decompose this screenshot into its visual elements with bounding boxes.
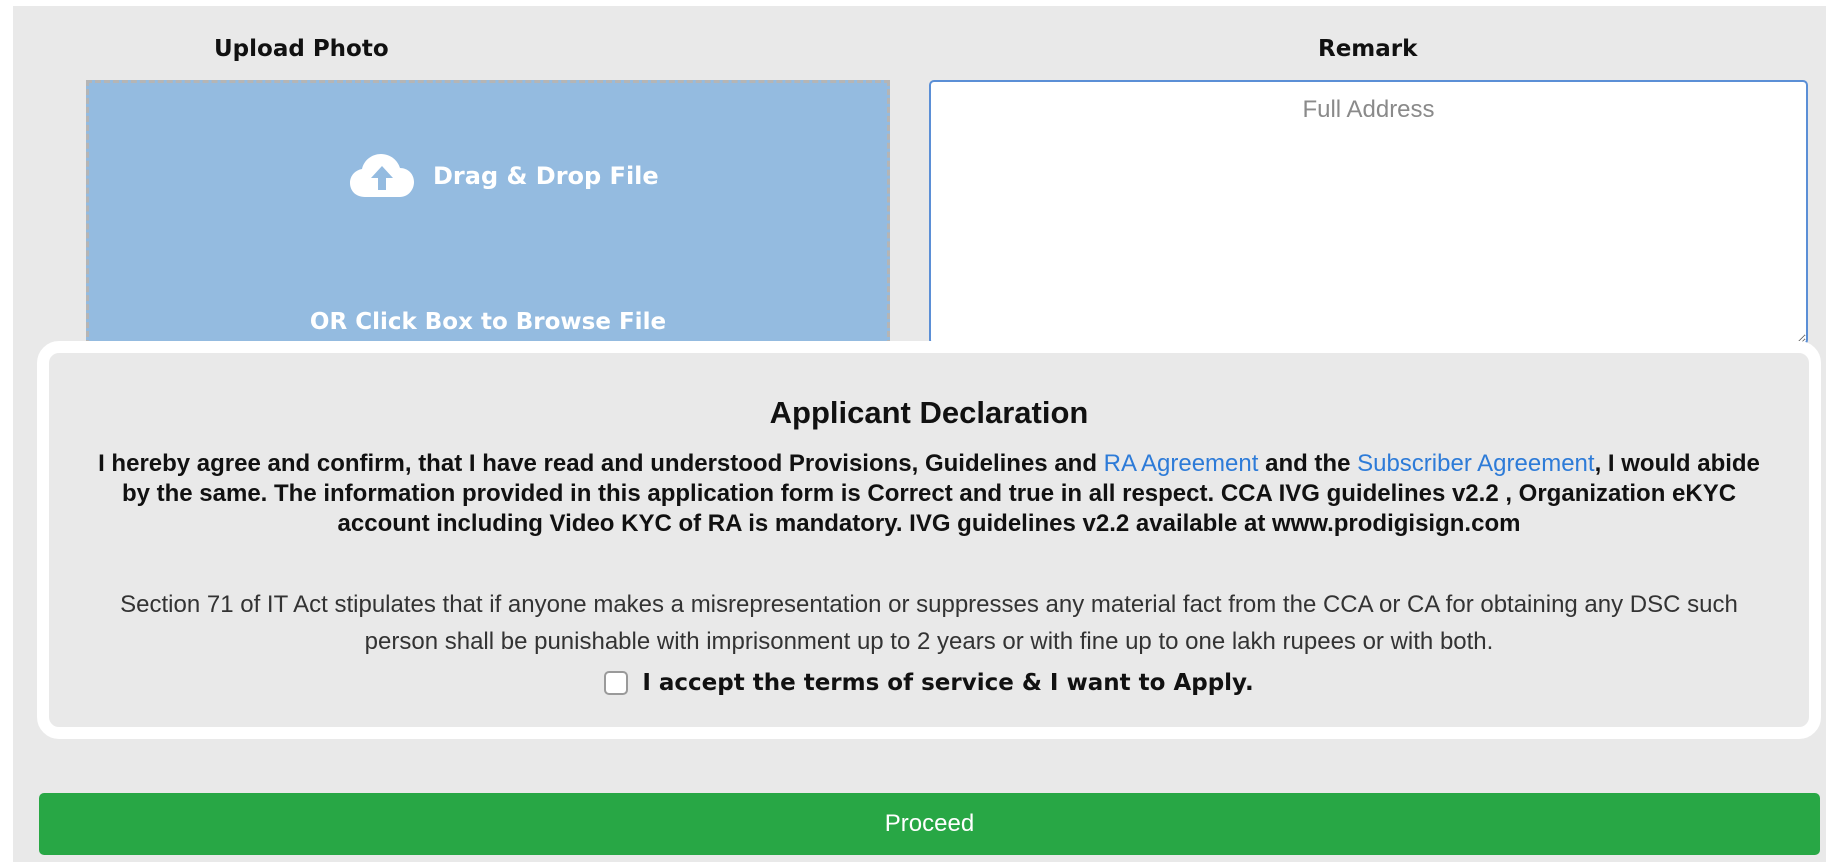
accept-terms-row: I accept the terms of service & I want t… xyxy=(49,670,1809,696)
remark-label: Remark xyxy=(1318,36,1418,62)
section-71-text: Section 71 of IT Act stipulates that if … xyxy=(120,591,1738,655)
upload-dropzone[interactable]: Drag & Drop File OR Click Box to Browse … xyxy=(86,80,890,346)
upload-photo-label: Upload Photo xyxy=(214,36,389,62)
drag-drop-text: Drag & Drop File xyxy=(433,162,659,190)
subscriber-agreement-link[interactable]: Subscriber Agreement xyxy=(1357,450,1594,477)
proceed-button[interactable]: Proceed xyxy=(39,793,1820,855)
declaration-text-part1: I hereby agree and confirm, that I have … xyxy=(98,450,1104,477)
declaration-title: Applicant Declaration xyxy=(769,395,1089,430)
drop-main-row: Drag & Drop File xyxy=(349,153,659,199)
declaration-text-part2: and the xyxy=(1258,450,1358,477)
browse-file-text: OR Click Box to Browse File xyxy=(309,309,667,335)
cloud-upload-icon xyxy=(349,153,415,199)
remark-textarea[interactable] xyxy=(929,80,1808,345)
declaration-agreement-text: I hereby agree and confirm, that I have … xyxy=(97,449,1761,539)
accept-terms-label[interactable]: I accept the terms of service & I want t… xyxy=(642,670,1253,696)
ra-agreement-link[interactable]: RA Agreement xyxy=(1104,450,1259,477)
accept-terms-checkbox[interactable] xyxy=(604,671,629,695)
declaration-card: Applicant Declaration I hereby agree and… xyxy=(37,341,1821,739)
